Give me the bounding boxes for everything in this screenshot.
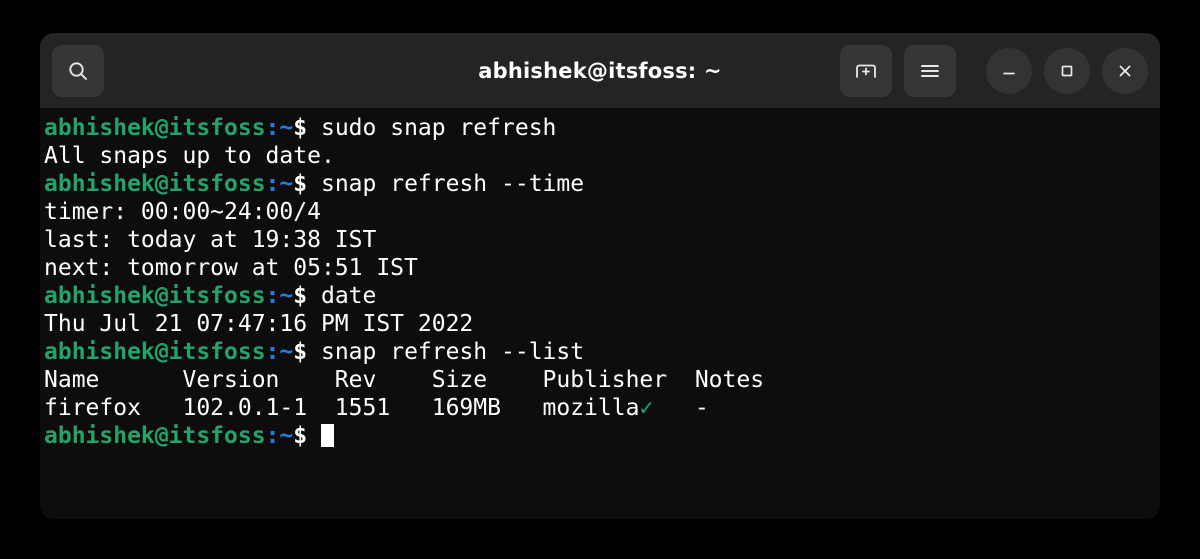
terminal-command: sudo snap refresh bbox=[307, 115, 556, 141]
table-row-notes: - bbox=[653, 395, 708, 421]
minimize-icon bbox=[999, 61, 1019, 81]
search-icon bbox=[66, 59, 90, 83]
terminal-output-text: All snaps up to date. bbox=[44, 143, 335, 169]
terminal-output-line: timer: 00:00~24:00/4 bbox=[42, 198, 1160, 226]
terminal-output-line: All snaps up to date. bbox=[42, 142, 1160, 170]
prompt-colon: : bbox=[266, 171, 280, 197]
prompt-path: ~ bbox=[279, 339, 293, 365]
menu-button[interactable] bbox=[904, 45, 956, 97]
new-tab-icon bbox=[853, 58, 879, 84]
search-button[interactable] bbox=[52, 45, 104, 97]
prompt-sigil: $ bbox=[293, 115, 307, 141]
terminal-output-line: Name Version Rev Size Publisher Notes bbox=[42, 366, 1160, 394]
prompt-path: ~ bbox=[279, 283, 293, 309]
new-tab-button[interactable] bbox=[840, 45, 892, 97]
close-button[interactable] bbox=[1102, 48, 1148, 94]
hamburger-menu-icon bbox=[917, 58, 943, 84]
prompt-colon: : bbox=[266, 423, 280, 449]
terminal-command: date bbox=[307, 283, 376, 309]
prompt-sigil: $ bbox=[293, 423, 307, 449]
titlebar: abhishek@itsfoss: ~ bbox=[40, 33, 1160, 108]
terminal-command bbox=[307, 423, 321, 449]
maximize-icon bbox=[1057, 61, 1077, 81]
terminal-prompt-line: abhishek@itsfoss:~$ bbox=[42, 422, 1160, 450]
prompt-colon: : bbox=[266, 339, 280, 365]
terminal-output-area[interactable]: abhishek@itsfoss:~$ sudo snap refreshAll… bbox=[40, 108, 1160, 519]
terminal-output-line: next: tomorrow at 05:51 IST bbox=[42, 254, 1160, 282]
maximize-button[interactable] bbox=[1044, 48, 1090, 94]
prompt-user-host: abhishek@itsfoss bbox=[44, 283, 266, 309]
titlebar-actions bbox=[840, 45, 1148, 97]
terminal-output-text: last: today at 19:38 IST bbox=[44, 227, 376, 253]
terminal-cursor bbox=[321, 424, 334, 447]
terminal-command: snap refresh --list bbox=[307, 339, 584, 365]
prompt-sigil: $ bbox=[293, 171, 307, 197]
table-row: firefox 102.0.1-1 1551 169MB mozilla bbox=[44, 395, 639, 421]
prompt-path: ~ bbox=[279, 171, 293, 197]
terminal-output-text: next: tomorrow at 05:51 IST bbox=[44, 255, 418, 281]
prompt-user-host: abhishek@itsfoss bbox=[44, 171, 266, 197]
prompt-sigil: $ bbox=[293, 283, 307, 309]
prompt-user-host: abhishek@itsfoss bbox=[44, 423, 266, 449]
verified-check-icon: ✓ bbox=[639, 395, 653, 421]
prompt-colon: : bbox=[266, 115, 280, 141]
terminal-output-text: Thu Jul 21 07:47:16 PM IST 2022 bbox=[44, 311, 473, 337]
window-title-text: abhishek@itsfoss: ~ bbox=[478, 59, 721, 83]
screen: abhishek@itsfoss: ~ bbox=[0, 0, 1200, 559]
prompt-path: ~ bbox=[279, 115, 293, 141]
prompt-path: ~ bbox=[279, 423, 293, 449]
terminal-window: abhishek@itsfoss: ~ bbox=[40, 33, 1160, 519]
terminal-output-text: Name Version Rev Size Publisher Notes bbox=[44, 367, 764, 393]
terminal-output-line: firefox 102.0.1-1 1551 169MB mozilla✓ - bbox=[42, 394, 1160, 422]
terminal-prompt-line: abhishek@itsfoss:~$ date bbox=[42, 282, 1160, 310]
terminal-output-line: Thu Jul 21 07:47:16 PM IST 2022 bbox=[42, 310, 1160, 338]
prompt-colon: : bbox=[266, 283, 280, 309]
terminal-prompt-line: abhishek@itsfoss:~$ snap refresh --time bbox=[42, 170, 1160, 198]
close-icon bbox=[1115, 61, 1135, 81]
terminal-command: snap refresh --time bbox=[307, 171, 584, 197]
terminal-output-text: timer: 00:00~24:00/4 bbox=[44, 199, 321, 225]
prompt-user-host: abhishek@itsfoss bbox=[44, 115, 266, 141]
terminal-output-line: last: today at 19:38 IST bbox=[42, 226, 1160, 254]
terminal-prompt-line: abhishek@itsfoss:~$ snap refresh --list bbox=[42, 338, 1160, 366]
prompt-sigil: $ bbox=[293, 339, 307, 365]
minimize-button[interactable] bbox=[986, 48, 1032, 94]
prompt-user-host: abhishek@itsfoss bbox=[44, 339, 266, 365]
terminal-prompt-line: abhishek@itsfoss:~$ sudo snap refresh bbox=[42, 114, 1160, 142]
